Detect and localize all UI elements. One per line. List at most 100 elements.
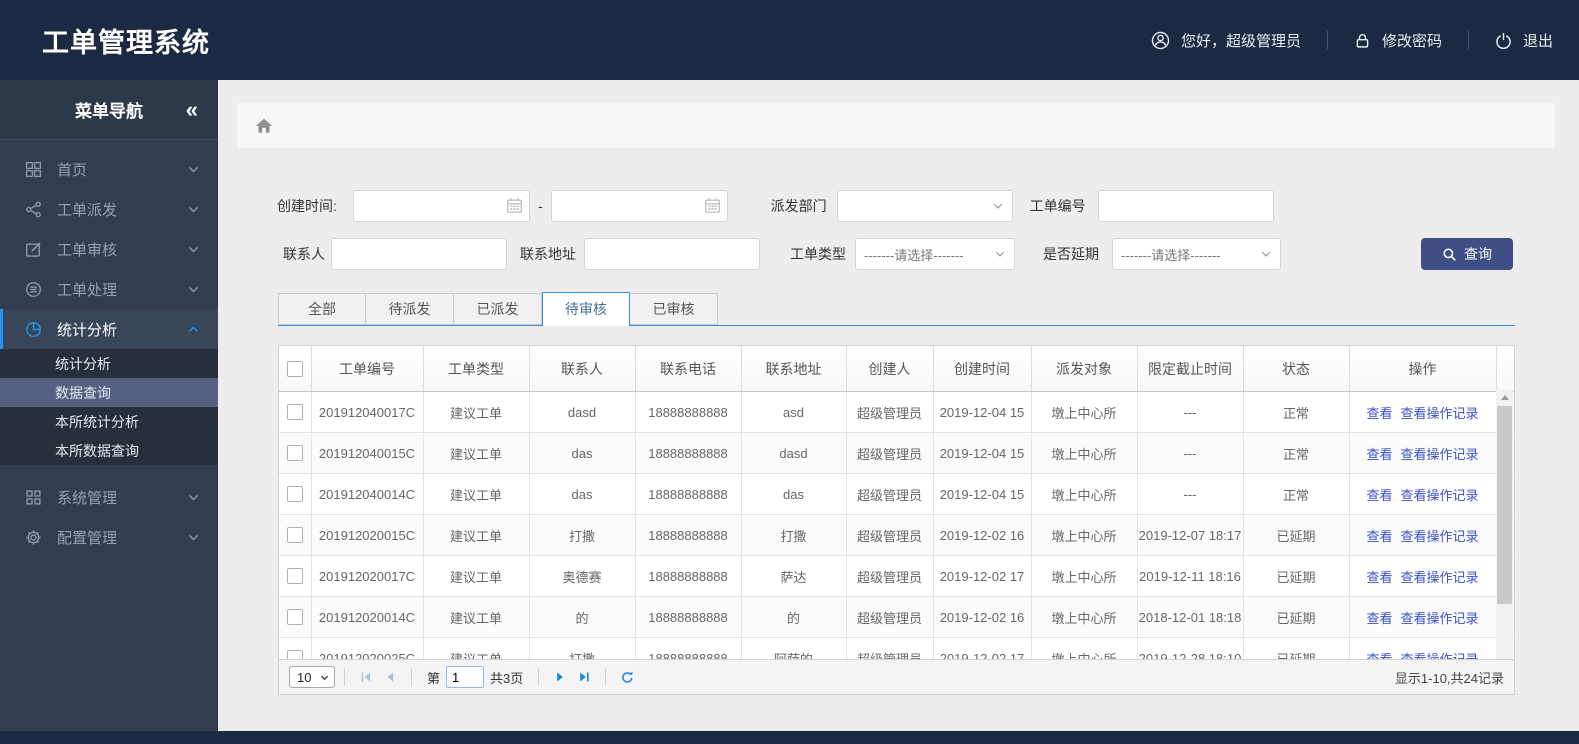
- sidebar-subitem-stats-analysis[interactable]: 统计分析: [0, 349, 218, 378]
- first-page-button[interactable]: [354, 666, 378, 688]
- row-checkbox[interactable]: [286, 486, 303, 502]
- layers-icon: [25, 281, 44, 297]
- user-menu[interactable]: 您好，超级管理员: [1151, 30, 1301, 51]
- column-header: 创建时间: [933, 346, 1032, 392]
- chevron-up-icon: [187, 323, 200, 336]
- tab-pending-dispatch[interactable]: 待派发: [366, 293, 454, 325]
- top-header: 工单管理系统 您好，超级管理员 修改密码 退出: [0, 0, 1579, 80]
- sidebar-subitem-branch-data-query[interactable]: 本所数据查询: [0, 436, 218, 465]
- tab-reviewed[interactable]: 已审核: [630, 293, 718, 325]
- tab-all[interactable]: 全部: [278, 293, 366, 325]
- prev-page-button[interactable]: [378, 666, 402, 688]
- view-link[interactable]: 查看: [1366, 447, 1392, 462]
- select-all-checkbox[interactable]: [286, 360, 303, 377]
- tab-dispatched[interactable]: 已派发: [454, 293, 542, 325]
- next-page-button[interactable]: [548, 666, 572, 688]
- contact-input[interactable]: [331, 238, 507, 270]
- row-checkbox[interactable]: [286, 527, 303, 543]
- sidebar-subitem-label: 统计分析: [55, 355, 111, 372]
- view-link[interactable]: 查看: [1366, 611, 1392, 626]
- sidebar-subitem-label: 本所数据查询: [55, 442, 139, 459]
- total-pages: 共3页: [490, 670, 524, 686]
- dispatch-dept-select[interactable]: [836, 190, 1013, 222]
- status-badge: 正常: [1243, 391, 1350, 433]
- table-row: 201912020017C 建议工单 奥德赛 18888888888 萨达 超级管理员 20…: [279, 555, 1514, 597]
- scroll-up-icon[interactable]: [1496, 390, 1513, 405]
- page-size-select[interactable]: 10: [289, 666, 335, 688]
- date-separator: -: [538, 198, 543, 214]
- divider: [411, 668, 412, 686]
- sidebar-item-order-dispatch[interactable]: 工单派发: [0, 189, 218, 229]
- order-no-input[interactable]: [1097, 190, 1274, 222]
- scrollbar-thumb[interactable]: [1497, 406, 1512, 604]
- create-time-end-input[interactable]: [550, 190, 728, 222]
- change-password-button[interactable]: 修改密码: [1354, 30, 1442, 51]
- logout-label: 退出: [1522, 32, 1553, 50]
- last-page-button[interactable]: [572, 666, 596, 688]
- view-link[interactable]: 查看: [1366, 488, 1392, 503]
- sidebar-subitem-branch-stats-analysis[interactable]: 本所统计分析: [0, 407, 218, 436]
- row-checkbox[interactable]: [286, 609, 303, 625]
- search-button[interactable]: 查询: [1421, 238, 1513, 270]
- row-select-cell: [279, 473, 312, 515]
- main-content: 创建时间: - 派发部门 工单编号 联系人 联系地址 工单类型 -------请…: [218, 80, 1579, 731]
- cell-phone: 18888888888: [635, 473, 742, 515]
- status-tabs: 全部 待派发 已派发 待审核 已审核: [278, 292, 1515, 326]
- sidebar-item-stats-analysis[interactable]: 统计分析: [0, 309, 218, 349]
- sidebar-item-home[interactable]: 首页: [0, 149, 218, 189]
- address-input[interactable]: [584, 238, 760, 270]
- calendar-icon[interactable]: [704, 197, 721, 214]
- cell-address: dasd: [741, 432, 847, 474]
- cell-deadline: 2018-12-01 18:18: [1137, 596, 1244, 638]
- refresh-button[interactable]: [615, 666, 639, 688]
- column-header: 派发对象: [1031, 346, 1138, 392]
- sidebar-item-order-review[interactable]: 工单审核: [0, 229, 218, 269]
- cell-type: 建议工单: [423, 432, 530, 474]
- delay-select[interactable]: -------请选择-------: [1112, 238, 1281, 270]
- cell-phone: 18888888888: [635, 555, 742, 597]
- sidebar-item-config-mgmt[interactable]: 配置管理: [0, 517, 218, 557]
- collapse-sidebar-icon[interactable]: «: [186, 98, 198, 121]
- divider: [605, 668, 607, 686]
- cell-type: 建议工单: [423, 555, 530, 597]
- home-icon[interactable]: [254, 116, 274, 136]
- row-checkbox[interactable]: [286, 445, 303, 461]
- table-scrollbar[interactable]: [1496, 390, 1513, 675]
- create-time-start-field: [353, 190, 530, 222]
- cell-type: 建议工单: [423, 391, 530, 433]
- cell-order-no: 201912040014C: [311, 473, 424, 515]
- cell-type: 建议工单: [423, 596, 530, 638]
- view-link[interactable]: 查看: [1366, 529, 1392, 544]
- view-log-link[interactable]: 查看操作记录: [1401, 488, 1479, 503]
- cell-target: 墩上中心所: [1031, 432, 1138, 474]
- status-badge: 正常: [1243, 473, 1350, 515]
- orders-table-panel: 工单编号 工单类型 联系人 联系电话 联系地址 创建人 创建时间 派发对象 限定截止时间 状态 操作…: [278, 345, 1515, 695]
- view-log-link[interactable]: 查看操作记录: [1401, 529, 1479, 544]
- view-link[interactable]: 查看: [1366, 570, 1392, 585]
- logout-button[interactable]: 退出: [1495, 30, 1553, 51]
- greeting-text: 您好，超级管理员: [1180, 32, 1301, 50]
- page-number-input[interactable]: [446, 666, 485, 688]
- status-badge: 已延期: [1243, 555, 1350, 597]
- sidebar-item-order-handle[interactable]: 工单处理: [0, 269, 218, 309]
- create-time-start-input[interactable]: [353, 190, 530, 222]
- tab-pending-review[interactable]: 待审核: [542, 292, 630, 326]
- view-log-link[interactable]: 查看操作记录: [1401, 570, 1479, 585]
- sidebar-item-system-mgmt[interactable]: 系统管理: [0, 477, 218, 517]
- row-select-cell: [279, 596, 312, 638]
- chevron-down-icon: [187, 531, 200, 544]
- view-log-link[interactable]: 查看操作记录: [1401, 406, 1479, 421]
- pie-chart-icon: [25, 321, 44, 337]
- cell-order-no: 201912020015C: [311, 514, 424, 556]
- view-link[interactable]: 查看: [1366, 406, 1392, 421]
- order-type-select[interactable]: -------请选择-------: [855, 238, 1015, 270]
- row-checkbox[interactable]: [286, 404, 303, 420]
- sidebar-item-label: 首页: [57, 161, 88, 179]
- breadcrumb: [237, 103, 1555, 148]
- sidebar-subitem-data-query[interactable]: 数据查询: [0, 378, 218, 407]
- calendar-icon[interactable]: [506, 197, 523, 214]
- row-checkbox[interactable]: [286, 568, 303, 584]
- view-log-link[interactable]: 查看操作记录: [1401, 611, 1479, 626]
- view-log-link[interactable]: 查看操作记录: [1401, 447, 1479, 462]
- cell-target: 墩上中心所: [1031, 596, 1138, 638]
